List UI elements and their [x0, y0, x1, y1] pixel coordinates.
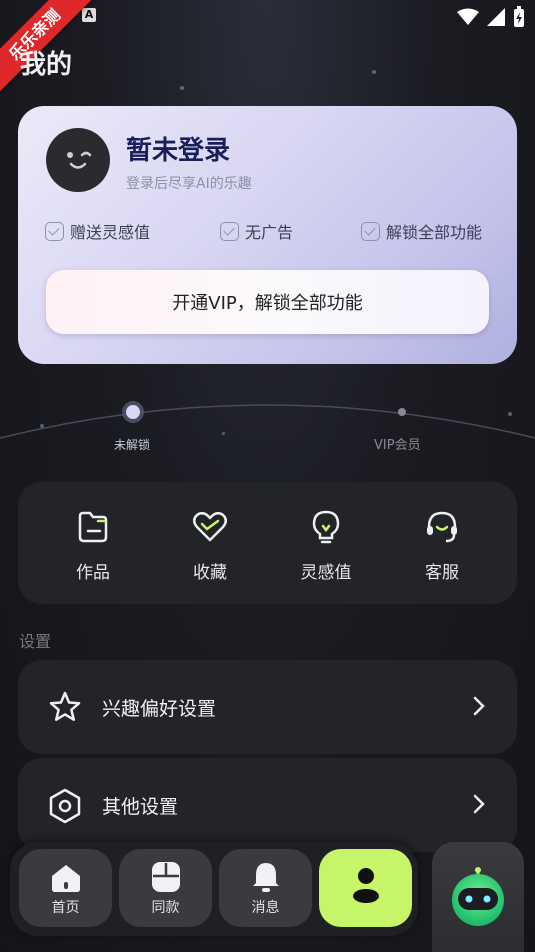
same-style-icon	[151, 862, 180, 892]
settings-row-other[interactable]: 其他设置	[18, 758, 517, 852]
nav-item-same-style[interactable]: 同款	[119, 849, 212, 927]
home-icon	[51, 865, 80, 892]
nav-item-home[interactable]: 首页	[19, 849, 112, 927]
checkbox-icon	[45, 221, 64, 241]
quick-item-favorite[interactable]: 收藏	[170, 508, 250, 583]
progress-left-label: 未解锁	[114, 438, 151, 452]
nav-label: 首页	[51, 900, 80, 916]
perk-label: 无广告	[245, 223, 294, 242]
nav-item-messages[interactable]: 消息	[219, 849, 312, 927]
bottom-nav: 首页 同款 消息	[10, 842, 418, 936]
settings-row-label: 兴趣偏好设置	[102, 697, 217, 720]
avatar[interactable]	[46, 128, 110, 192]
quick-item-service[interactable]: 客服	[402, 508, 482, 583]
nav-label: 消息	[251, 900, 280, 916]
bell-icon	[252, 863, 279, 892]
settings-row-label: 其他设置	[102, 795, 179, 818]
login-title[interactable]: 暂未登录	[126, 130, 230, 167]
quick-label: 作品	[76, 563, 110, 583]
headset-icon	[427, 511, 457, 543]
checkbox-icon	[220, 221, 239, 241]
star-icon	[49, 691, 81, 721]
settings-row-interest[interactable]: 兴趣偏好设置	[18, 660, 517, 754]
ai-assistant-button[interactable]	[432, 842, 524, 952]
login-subtitle: 登录后尽享AI的乐趣	[126, 176, 252, 192]
quick-item-works[interactable]: 作品	[53, 508, 133, 583]
perk-item: 解锁全部功能	[361, 219, 482, 243]
perk-item: 赠送灵感值	[45, 219, 150, 243]
checkbox-icon	[361, 221, 380, 241]
perk-label: 解锁全部功能	[386, 223, 483, 242]
quick-label: 灵感值	[300, 563, 352, 583]
progress-arc	[0, 401, 535, 439]
chevron-right-icon	[473, 696, 485, 716]
chevron-right-icon	[473, 794, 485, 814]
settings-section-label: 设置	[19, 632, 52, 651]
vip-card: 暂未登录 登录后尽享AI的乐趣 赠送灵感值 无广告 解锁全部功能 开通VIP，解…	[18, 106, 517, 364]
quick-item-inspiration[interactable]: 灵感值	[286, 508, 366, 583]
signal-icon	[487, 8, 505, 26]
quick-actions-panel: 作品 收藏 灵感值 客服	[18, 482, 517, 604]
nav-label: 同款	[151, 900, 180, 916]
vip-progress: 未解锁 VIP会员	[0, 392, 535, 462]
nav-item-profile[interactable]	[319, 849, 412, 927]
perk-label: 赠送灵感值	[70, 223, 151, 242]
profile-icon	[352, 868, 379, 903]
favorite-heart-icon	[193, 512, 227, 542]
quick-label: 收藏	[193, 563, 227, 583]
works-icon	[78, 511, 108, 543]
robot-icon	[452, 867, 504, 926]
page-title: 我的	[20, 50, 73, 80]
quick-label: 客服	[425, 563, 459, 583]
lightbulb-icon	[312, 510, 340, 544]
perk-item: 无广告	[220, 219, 293, 243]
wink-face-icon	[67, 151, 92, 169]
wifi-icon	[457, 8, 479, 25]
progress-right-label: VIP会员	[374, 438, 421, 453]
hexagon-settings-icon	[49, 788, 81, 824]
battery-icon	[514, 6, 524, 27]
open-vip-button[interactable]: 开通VIP，解锁全部功能	[46, 270, 489, 334]
